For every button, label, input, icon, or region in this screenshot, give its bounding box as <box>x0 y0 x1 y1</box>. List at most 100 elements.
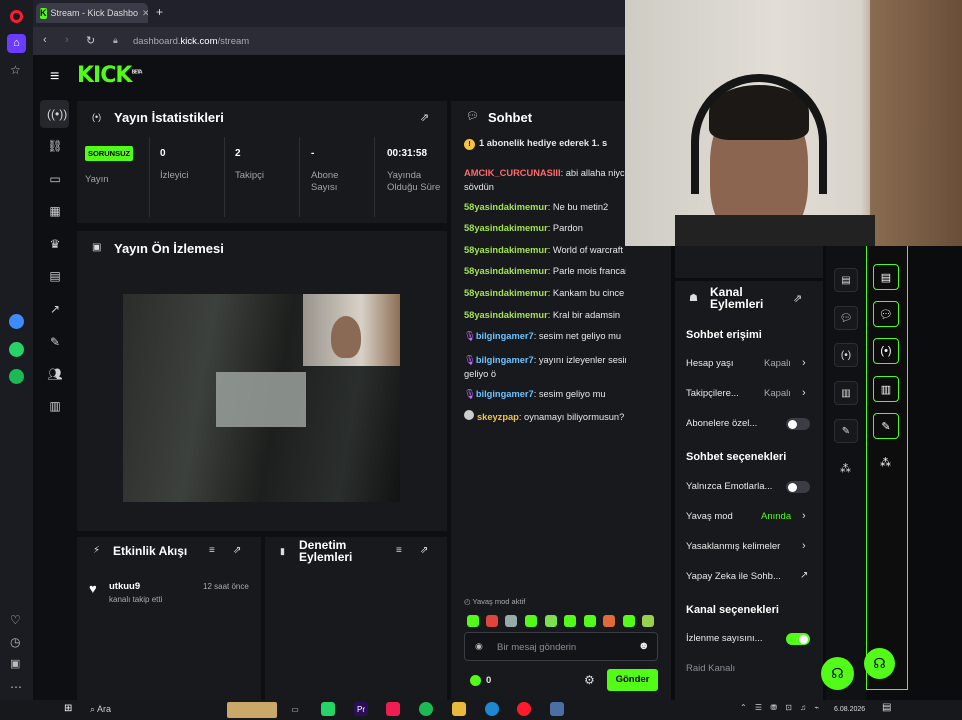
external-icon[interactable]: ↗ <box>800 570 808 581</box>
emote-icon[interactable] <box>525 615 537 627</box>
emote-icon[interactable] <box>584 615 596 627</box>
taskbar-edge-icon[interactable] <box>485 702 499 716</box>
rail-note-icon[interactable]: ▤ <box>834 268 858 292</box>
emote-icon[interactable] <box>564 615 576 627</box>
chat-user[interactable]: AMCIK_CURCUNASIII <box>464 168 561 178</box>
emoji-icon[interactable]: ☻ <box>638 640 650 652</box>
chat-user[interactable]: 58yasindakimemur <box>464 266 548 276</box>
history-icon[interactable]: ◷ <box>10 635 20 649</box>
emote-icon[interactable] <box>486 615 498 627</box>
opera-logo[interactable] <box>10 10 23 23</box>
support-button[interactable]: ☊ <box>864 648 895 679</box>
subs-only-toggle[interactable] <box>786 418 810 430</box>
trophy-icon[interactable]: ♛ <box>47 236 63 252</box>
chat-user[interactable]: 58yasindakimemur <box>464 288 548 298</box>
banned-words-label[interactable]: Yasaklanmış kelimeler <box>686 541 780 552</box>
taskbar-search[interactable]: ⌕ Ara <box>90 701 225 717</box>
notification-icon[interactable]: ▤ <box>882 702 891 713</box>
taskbar-taskview-icon[interactable]: ▭ <box>288 702 302 716</box>
users-icon[interactable]: 👥︎ <box>47 366 63 382</box>
chevron-right-icon[interactable]: › <box>802 540 806 552</box>
chevron-right-icon[interactable]: › <box>802 357 806 369</box>
chat-user[interactable]: 58yasindakimemur <box>464 223 548 233</box>
slow-mode-value[interactable]: Anında <box>761 511 791 522</box>
new-tab-icon[interactable]: + <box>156 5 163 19</box>
rail-wrench-icon[interactable]: ✎ <box>873 413 899 439</box>
home-icon[interactable]: ⌂ <box>7 34 26 53</box>
analytics-icon[interactable]: ↗ <box>47 301 63 317</box>
moderation-popout-icon[interactable]: ⇗ <box>420 545 428 556</box>
chat-user[interactable]: bilgingamer7 <box>476 331 534 341</box>
taskbar-spotify-icon[interactable] <box>419 702 433 716</box>
emote-icon[interactable] <box>642 615 654 627</box>
more-icon[interactable]: ⋯ <box>10 680 22 694</box>
browser-tab[interactable]: K Stream - Kick Dashbo ✕ <box>36 3 148 23</box>
rail-wrench-icon[interactable]: ✎ <box>834 419 858 443</box>
account-age-value[interactable]: Kapalı <box>764 358 791 369</box>
emote-icon[interactable] <box>545 615 557 627</box>
film-icon[interactable]: ▤ <box>47 268 63 284</box>
back-icon[interactable]: ‹ <box>43 34 47 46</box>
viewer-count-toggle[interactable] <box>786 633 810 645</box>
points-icon[interactable] <box>470 675 481 686</box>
chat-user[interactable]: bilgingamer7 <box>476 389 534 399</box>
chevron-right-icon[interactable]: › <box>802 510 806 522</box>
star-icon[interactable]: ☆ <box>10 63 21 77</box>
emote-icon[interactable] <box>603 615 615 627</box>
dashboard-icon[interactable]: ▥ <box>47 398 63 414</box>
heart-icon[interactable]: ♡ <box>10 613 21 627</box>
rail-chat-icon[interactable]: 💬︎ <box>834 306 858 330</box>
chat-user[interactable]: 58yasindakimemur <box>464 310 548 320</box>
chat-user[interactable]: 58yasindakimemur <box>464 202 548 212</box>
chat-input[interactable]: ◉ Bir mesaj gönderin ☻ <box>464 632 658 661</box>
messenger-icon[interactable] <box>9 314 24 329</box>
broadcast-icon[interactable]: ((•)) <box>47 106 67 122</box>
wrench-icon[interactable]: ✎ <box>47 334 63 350</box>
close-tab-icon[interactable]: ✕ <box>142 8 148 19</box>
rail-dots-icon[interactable]: ⁂ <box>880 456 891 469</box>
rail-note-icon[interactable]: ▤ <box>873 264 899 290</box>
activity-popout-icon[interactable]: ⇗ <box>233 545 241 556</box>
taskbar-whatsapp-icon[interactable] <box>321 702 335 716</box>
activity-filter-icon[interactable]: ≡ <box>209 545 215 556</box>
emote-icon[interactable] <box>623 615 635 627</box>
menu-icon[interactable]: ≡ <box>50 68 59 86</box>
forward-icon[interactable]: › <box>65 34 69 46</box>
rail-broadcast-icon[interactable]: (•) <box>834 343 858 367</box>
spotify-icon[interactable] <box>9 369 24 384</box>
taskbar-opera-icon[interactable] <box>517 702 531 716</box>
rail-layout-icon[interactable]: ▥ <box>873 376 899 402</box>
chevron-right-icon[interactable]: › <box>802 387 806 399</box>
chart-icon[interactable]: ▦ <box>47 203 63 219</box>
rail-layout-icon[interactable]: ▥ <box>834 381 858 405</box>
taskbar-widget[interactable] <box>227 702 277 718</box>
followers-value[interactable]: Kapalı <box>764 388 791 399</box>
chat-user[interactable]: skeyzpap <box>477 412 519 422</box>
start-icon[interactable]: ⊞ <box>64 703 72 714</box>
preview-video[interactable] <box>123 294 400 502</box>
window-icon[interactable]: ▭ <box>47 171 63 187</box>
whatsapp-icon[interactable] <box>9 342 24 357</box>
emotes-only-toggle[interactable] <box>786 481 810 493</box>
send-button[interactable]: Gönder <box>607 669 658 691</box>
taskbar-app-icon[interactable] <box>550 702 564 716</box>
chat-user[interactable]: 58yasindakimemur <box>464 245 548 255</box>
link-icon[interactable]: ⛓ <box>47 138 63 154</box>
box-icon[interactable]: ▣ <box>10 657 20 670</box>
stats-popout-icon[interactable]: ⇗ <box>420 111 429 124</box>
emote-icon[interactable] <box>505 615 517 627</box>
raid-label[interactable]: Raid Kanalı <box>686 663 735 674</box>
chat-settings-icon[interactable]: ⚙ <box>584 673 595 687</box>
support-button[interactable]: ☊ <box>821 657 854 690</box>
kick-logo[interactable]: KICKBETA <box>77 63 143 88</box>
taskbar-premiere-icon[interactable]: Pr <box>354 702 368 716</box>
moderation-filter-icon[interactable]: ≡ <box>396 545 402 556</box>
chat-user[interactable]: bilgingamer7 <box>476 355 534 365</box>
reload-icon[interactable]: ↻ <box>86 34 95 47</box>
rail-broadcast-icon[interactable]: (•) <box>873 338 899 364</box>
ai-moderation-label[interactable]: Yapay Zeka ile Sohb... <box>686 571 781 582</box>
rail-chat-icon[interactable]: 💬︎ <box>873 301 899 327</box>
taskbar-explorer-icon[interactable] <box>452 702 466 716</box>
taskbar-tiktok-icon[interactable] <box>386 702 400 716</box>
actions-popout-icon[interactable]: ⇗ <box>793 292 802 305</box>
